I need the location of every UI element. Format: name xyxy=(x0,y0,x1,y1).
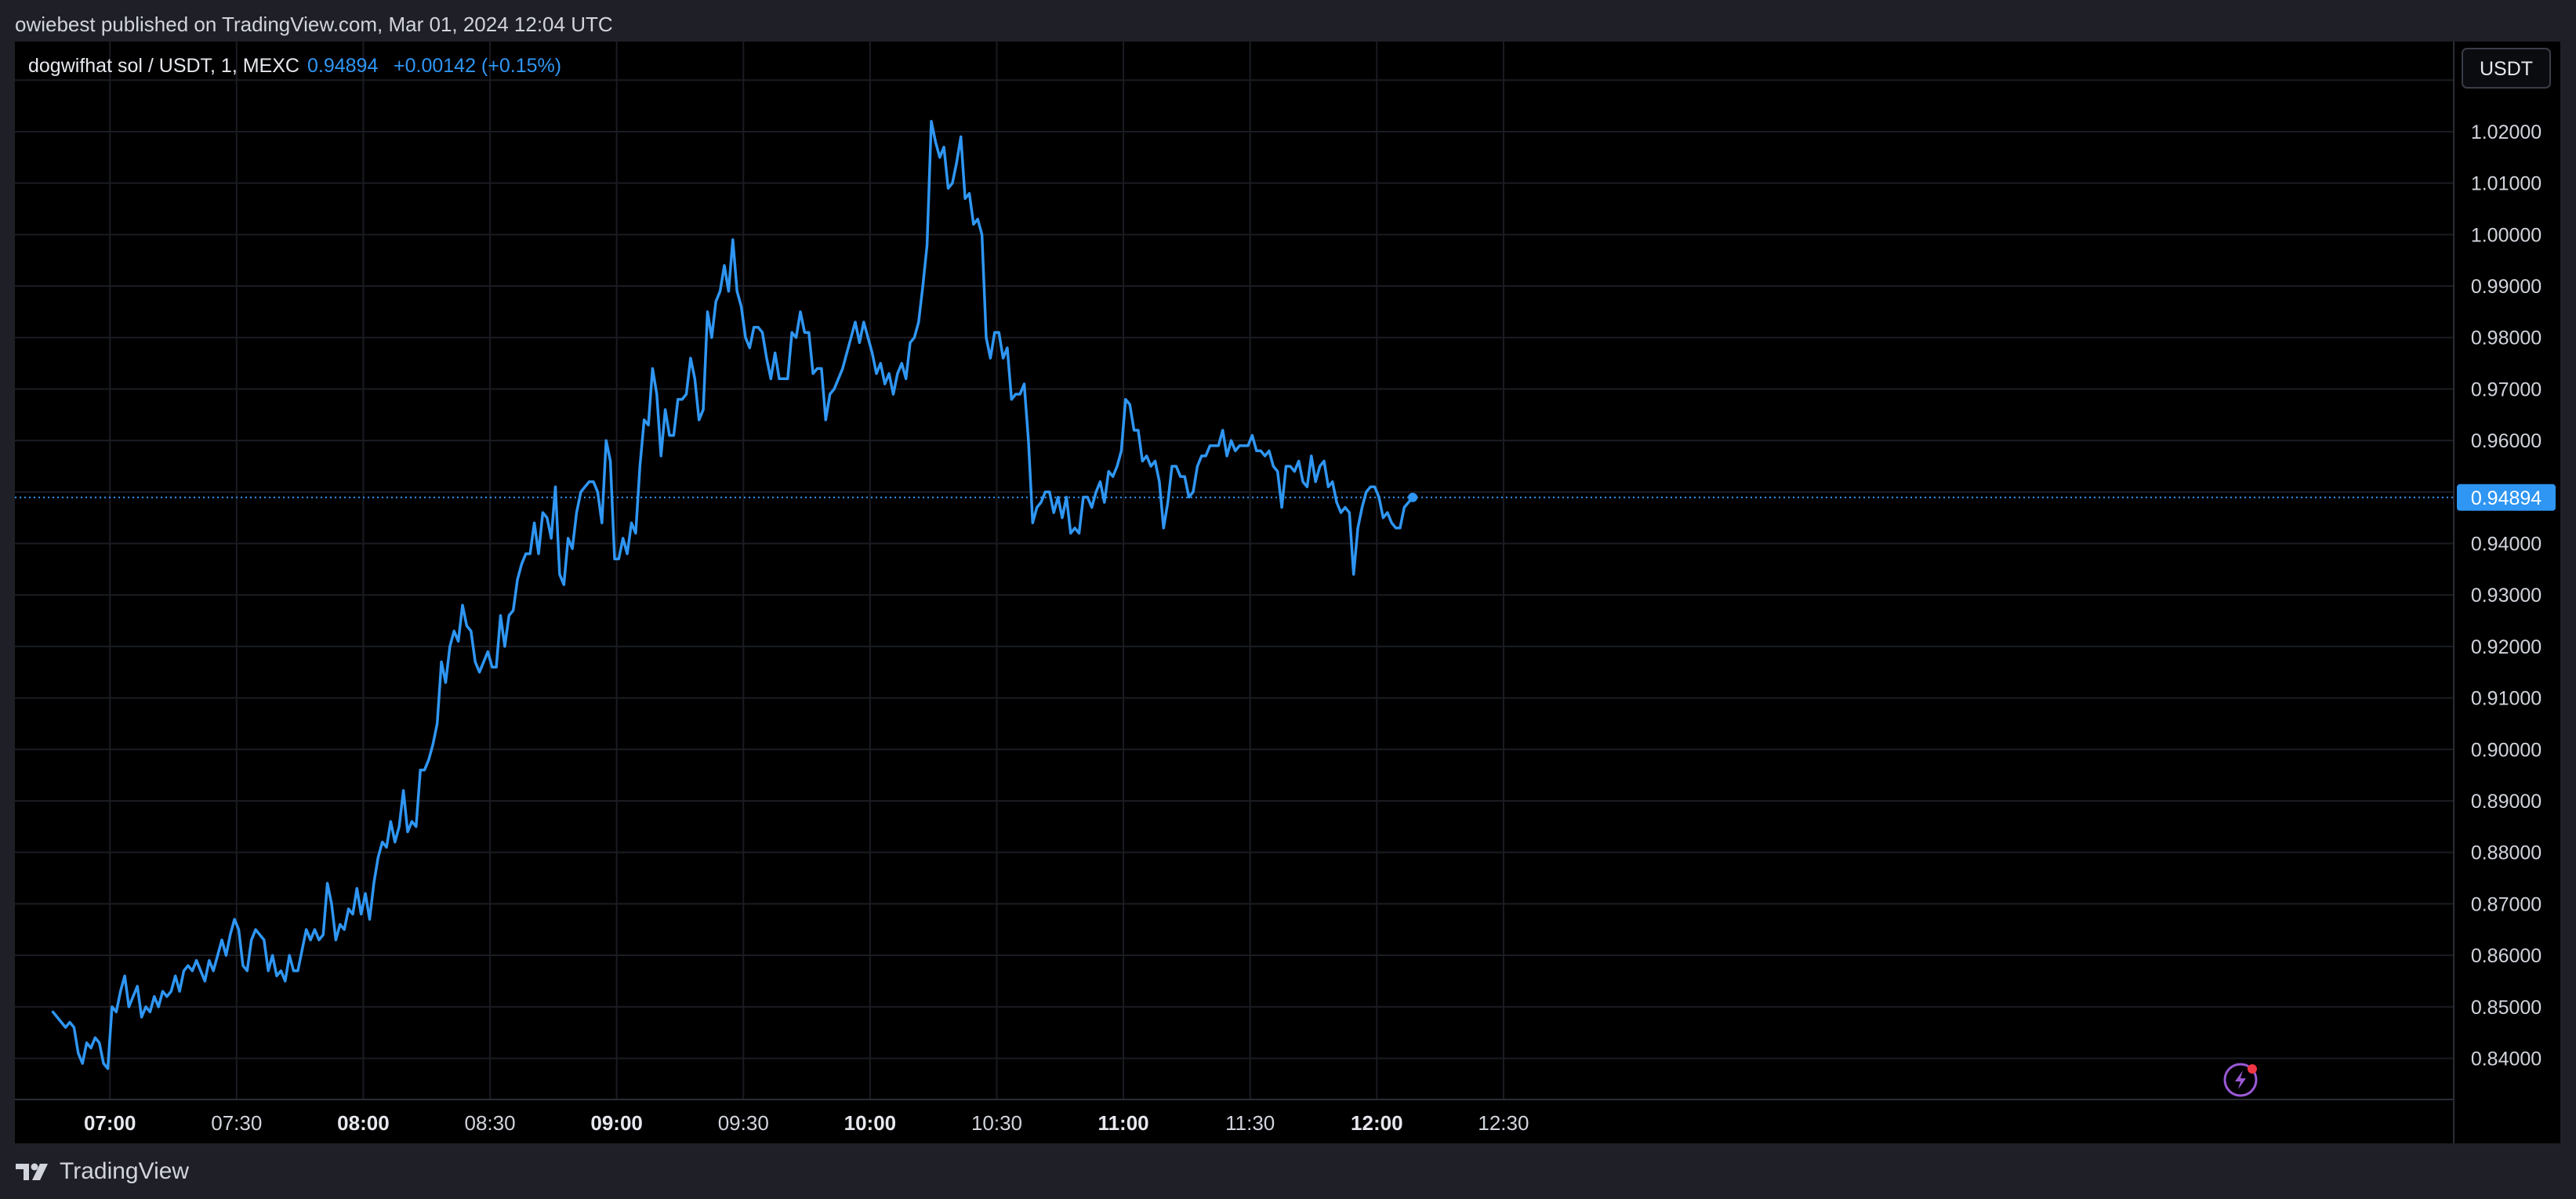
time-tick-label: 11:30 xyxy=(1225,1111,1275,1135)
symbol-title: dogwifhat sol / USDT, 1, MEXC xyxy=(28,55,299,77)
footer-brand-text: TradingView xyxy=(60,1158,190,1184)
price-tick-label: 0.93000 xyxy=(2471,585,2542,607)
price-tick-label: 0.90000 xyxy=(2471,739,2542,761)
time-tick-label: 08:00 xyxy=(337,1111,390,1135)
symbol-change: +0.00142 (+0.15%) xyxy=(394,55,561,77)
price-tick-label: 0.96000 xyxy=(2471,430,2542,452)
symbol-legend[interactable]: dogwifhat sol / USDT, 1, MEXC 0.94894 +0… xyxy=(28,55,561,77)
lightning-icon[interactable] xyxy=(2223,1063,2258,1097)
time-tick-label: 10:00 xyxy=(844,1111,897,1135)
time-tick-label: 07:00 xyxy=(84,1111,136,1135)
price-tick-label: 0.88000 xyxy=(2471,842,2542,864)
published-header: owiebest published on TradingView.com, M… xyxy=(15,13,613,36)
time-tick-label: 09:00 xyxy=(590,1111,643,1135)
time-tick-label: 09:30 xyxy=(718,1111,769,1135)
last-price-value: 0.94894 xyxy=(2471,487,2542,509)
price-tick-label: 1.00000 xyxy=(2471,224,2542,246)
time-tick-label: 12:00 xyxy=(1351,1111,1403,1135)
footer-brand[interactable]: TradingView xyxy=(16,1158,189,1185)
chart-area[interactable]: 1.030001.020001.010001.000000.990000.980… xyxy=(15,42,2560,1143)
price-tick-label: 1.02000 xyxy=(2471,121,2542,143)
last-price-marker xyxy=(1408,492,1418,502)
last-price-label: 0.94894 xyxy=(2457,484,2556,511)
price-tick-label: 0.97000 xyxy=(2471,379,2542,400)
time-tick-label: 07:30 xyxy=(211,1111,262,1135)
time-tick-label: 08:30 xyxy=(464,1111,515,1135)
currency-button-label: USDT xyxy=(2480,58,2533,80)
price-tick-label: 0.92000 xyxy=(2471,636,2542,658)
time-tick-label: 12:30 xyxy=(1478,1111,1529,1135)
price-tick-label: 0.94000 xyxy=(2471,534,2542,556)
price-tick-label: 0.98000 xyxy=(2471,328,2542,350)
symbol-price: 0.94894 xyxy=(307,55,378,77)
price-tick-label: 0.99000 xyxy=(2471,276,2542,298)
price-tick-label: 0.87000 xyxy=(2471,893,2542,915)
price-tick-label: 0.84000 xyxy=(2471,1048,2542,1070)
price-tick-label: 1.01000 xyxy=(2471,173,2542,195)
currency-button[interactable]: USDT xyxy=(2462,48,2551,89)
price-tick-label: 0.86000 xyxy=(2471,945,2542,967)
time-tick-label: 10:30 xyxy=(971,1111,1022,1135)
price-tick-label: 0.85000 xyxy=(2471,997,2542,1019)
tradingview-logo-icon xyxy=(16,1161,50,1182)
time-tick-label: 11:00 xyxy=(1098,1111,1149,1135)
price-tick-label: 0.89000 xyxy=(2471,791,2542,813)
price-tick-label: 0.91000 xyxy=(2471,688,2542,710)
